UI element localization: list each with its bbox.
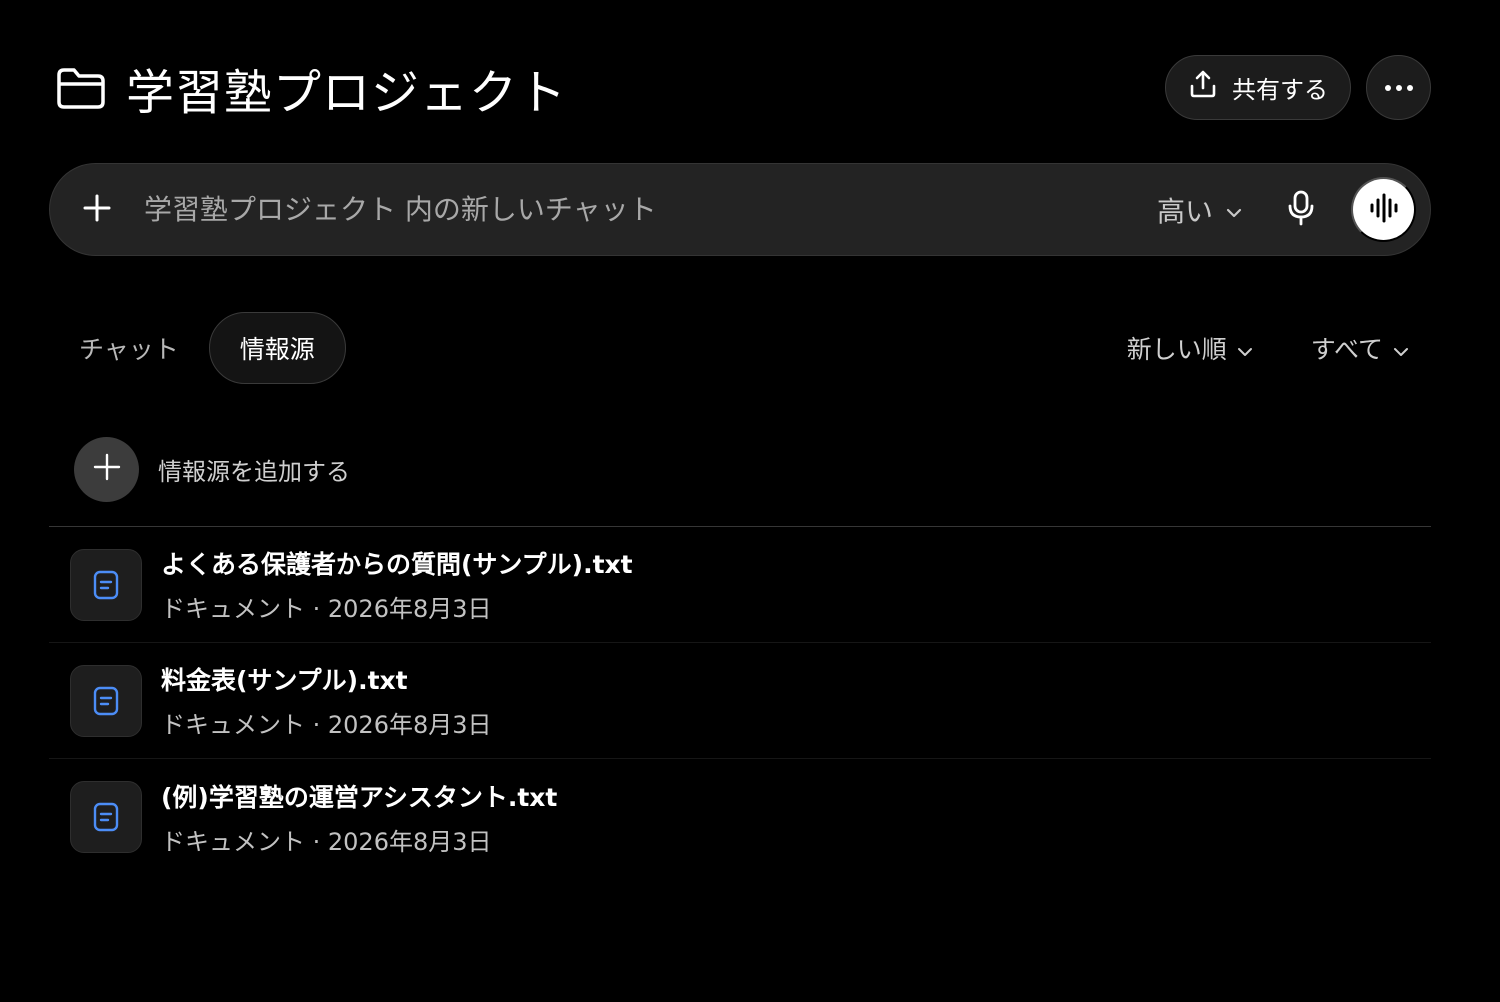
microphone-button[interactable] [1283, 190, 1319, 229]
title-group: 学習塾プロジェクト [56, 53, 567, 123]
source-meta: ドキュメント · 2026年8月3日 [161, 595, 492, 623]
source-item[interactable]: 料金表(サンプル).txt ドキュメント · 2026年8月3日 [49, 643, 1431, 759]
tabs-row: チャット 情報源 新しい順 すべて [49, 312, 1431, 384]
page-title: 学習塾プロジェクト [126, 64, 568, 121]
source-item[interactable]: (例)学習塾の運営アシスタント.txt ドキュメント · 2026年8月3日 [49, 759, 1431, 875]
effort-selector[interactable]: 高い [1157, 190, 1243, 230]
document-icon [70, 781, 142, 853]
source-meta: ドキュメント · 2026年8月3日 [161, 827, 492, 856]
voice-mode-button[interactable] [1351, 177, 1416, 242]
project-page: 学習塾プロジェクト 共有する 学習塾プロジェクト 内の新しいチャット 高い チャ… [0, 0, 1500, 1002]
add-source-button[interactable]: 情報源を追加する [74, 436, 350, 502]
sort-dropdown[interactable]: 新しい順 [1127, 330, 1253, 366]
tab-chats[interactable]: チャット [49, 312, 209, 384]
source-text: よくある保護者からの質問(サンプル).txt ドキュメント · 2026年8月3… [161, 545, 633, 624]
share-button-label: 共有する [1232, 77, 1328, 104]
voice-wave-icon [1367, 191, 1401, 228]
composer-add-button[interactable] [80, 193, 114, 227]
ellipsis-icon [1384, 80, 1414, 95]
page-header: 学習塾プロジェクト 共有する [56, 53, 1431, 123]
chevron-down-icon [1237, 334, 1253, 363]
source-name: よくある保護者からの質問(サンプル).txt [161, 550, 633, 579]
plus-icon [82, 193, 112, 226]
add-source-label: 情報源を追加する [158, 457, 350, 486]
share-button[interactable]: 共有する [1165, 55, 1351, 120]
folder-icon [56, 65, 106, 111]
microphone-icon [1287, 190, 1315, 229]
add-source-circle [74, 436, 139, 502]
chevron-down-icon [1225, 193, 1243, 226]
document-icon [70, 548, 142, 621]
tabs: チャット 情報源 [49, 312, 346, 384]
effort-label: 高い [1156, 194, 1213, 228]
filters: 新しい順 すべて [1127, 330, 1431, 366]
source-text: 料金表(サンプル).txt ドキュメント · 2026年8月3日 [161, 661, 492, 740]
document-icon [70, 664, 142, 737]
chevron-down-icon [1393, 334, 1409, 363]
upload-icon [1188, 69, 1218, 106]
tab-sources[interactable]: 情報源 [208, 312, 346, 384]
source-text: (例)学習塾の運営アシスタント.txt ドキュメント · 2026年8月3日 [161, 778, 557, 857]
chat-composer: 高い [49, 163, 1431, 256]
source-list: よくある保護者からの質問(サンプル).txt ドキュメント · 2026年8月3… [49, 527, 1431, 875]
plus-icon [93, 453, 121, 485]
sort-label: 新しい順 [1126, 335, 1227, 364]
source-name: 料金表(サンプル).txt [161, 666, 408, 695]
source-meta: ドキュメント · 2026年8月3日 [161, 711, 492, 739]
header-actions: 共有する [1165, 55, 1431, 120]
type-filter-label: すべて [1310, 335, 1383, 364]
new-chat-input[interactable] [144, 193, 1157, 226]
source-item[interactable]: よくある保護者からの質問(サンプル).txt ドキュメント · 2026年8月3… [49, 527, 1431, 643]
source-name: (例)学習塾の運営アシスタント.txt [161, 782, 558, 812]
more-options-button[interactable] [1366, 55, 1431, 120]
type-filter-dropdown[interactable]: すべて [1311, 330, 1409, 366]
